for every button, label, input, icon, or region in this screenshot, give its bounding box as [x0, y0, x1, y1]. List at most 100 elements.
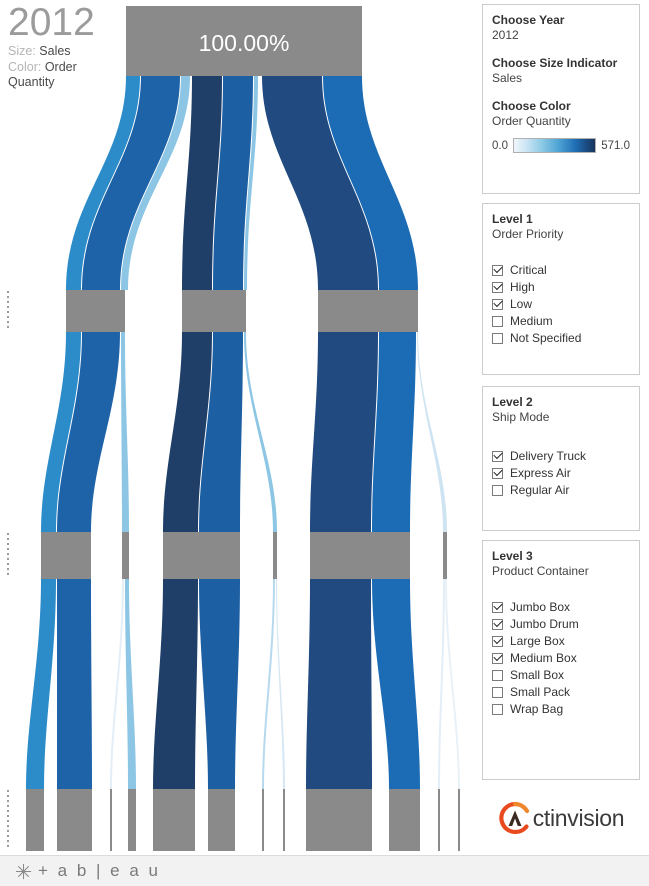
choose-year-value[interactable]: 2012 [492, 28, 630, 43]
level1-option-label: High [510, 280, 535, 294]
level3-filter-panel: Level 3 Product Container Jumbo Box Jumbo… [482, 540, 640, 780]
level2-option-label: Express Air [510, 466, 571, 480]
checked-checkbox-icon[interactable] [492, 468, 503, 479]
unchecked-checkbox-icon[interactable] [492, 333, 503, 344]
unchecked-checkbox-icon[interactable] [492, 670, 503, 681]
level2-option-express-air[interactable]: Express Air [492, 465, 630, 482]
level1-option-not-specified[interactable]: Not Specified [492, 330, 630, 347]
node-l3-7[interactable] [262, 789, 264, 851]
level3-option-label: Small Box [510, 668, 565, 682]
node-l3-2[interactable] [57, 789, 92, 851]
node-l3-3[interactable] [110, 789, 112, 851]
actinvision-mark-icon [498, 801, 529, 835]
level3-option-medium-box[interactable]: Medium Box [492, 650, 630, 667]
level3-option-small-pack[interactable]: Small Pack [492, 684, 630, 701]
node-l3-1[interactable] [26, 789, 44, 851]
node-l2-low-express[interactable] [443, 532, 447, 579]
ribbon-ct-n1 [26, 579, 56, 789]
ribbon-high-express [244, 332, 277, 532]
row-marker-dots-level3 [7, 790, 9, 847]
node-l3-4[interactable] [128, 789, 136, 851]
level3-option-label: Wrap Bag [510, 702, 564, 716]
dashboard-root: 2012 Size: Sales Color: Order Quantity 1… [0, 0, 649, 886]
sankey-viz[interactable]: 2012 Size: Sales Color: Order Quantity 1… [0, 0, 474, 855]
level3-option-wrap-bag[interactable]: Wrap Bag [492, 701, 630, 718]
level2-option-label: Regular Air [510, 483, 570, 497]
legend-min-value: 0.0 [492, 139, 508, 152]
tableau-flake-icon [15, 863, 32, 879]
node-l2-high-express[interactable] [273, 532, 277, 579]
checked-checkbox-icon[interactable] [492, 451, 503, 462]
node-l1-low[interactable] [318, 290, 418, 332]
legend-max-value: 571.0 [601, 139, 630, 152]
level2-option-list: Delivery Truck Express Air Regular Air [492, 448, 630, 499]
unchecked-checkbox-icon[interactable] [492, 316, 503, 327]
level2-option-delivery-truck[interactable]: Delivery Truck [492, 448, 630, 465]
checked-checkbox-icon[interactable] [492, 619, 503, 630]
level3-option-jumbo-box[interactable]: Jumbo Box [492, 599, 630, 616]
choose-color-label: Choose Color [492, 99, 571, 113]
level2-option-regular-air[interactable]: Regular Air [492, 482, 630, 499]
actinvision-wordmark: ctinvision [532, 804, 625, 831]
checked-checkbox-icon[interactable] [492, 265, 503, 276]
level3-option-small-box[interactable]: Small Box [492, 667, 630, 684]
node-l2-high-truck[interactable] [163, 532, 240, 579]
level3-title: Level 3 [492, 549, 533, 563]
level3-option-label: Jumbo Drum [510, 617, 579, 631]
level1-option-medium[interactable]: Medium [492, 313, 630, 330]
legend-gradient-bar [513, 138, 597, 153]
level3-option-jumbo-drum[interactable]: Jumbo Drum [492, 616, 630, 633]
unchecked-checkbox-icon[interactable] [492, 485, 503, 496]
ribbon-le-n12 [445, 579, 460, 789]
checked-checkbox-icon[interactable] [492, 653, 503, 664]
checked-checkbox-icon[interactable] [492, 299, 503, 310]
node-l3-6[interactable] [208, 789, 235, 851]
viz-right-divider [473, 0, 474, 855]
node-l1-critical[interactable] [66, 290, 125, 332]
level1-subtitle: Order Priority [492, 227, 564, 241]
parameters-panel: Choose Year 2012 Choose Size Indicator S… [482, 4, 640, 194]
node-l1-high[interactable] [182, 290, 246, 332]
level1-option-label: Critical [510, 263, 547, 277]
node-l3-5[interactable] [153, 789, 195, 851]
node-l2-low-truck[interactable] [310, 532, 410, 579]
level1-option-high[interactable]: High [492, 279, 630, 296]
row-marker-dots-level1 [7, 291, 9, 328]
node-l3-11[interactable] [438, 789, 440, 851]
tableau-logo[interactable]: + a b | e a u [14, 861, 160, 881]
unchecked-checkbox-icon[interactable] [492, 687, 503, 698]
node-l2-critical-express[interactable] [122, 532, 129, 579]
node-l3-10[interactable] [389, 789, 420, 851]
ribbon-he-n7 [262, 579, 275, 789]
choose-year-label: Choose Year [492, 13, 565, 27]
level1-option-label: Medium [510, 314, 553, 328]
choose-size-value[interactable]: Sales [492, 71, 630, 86]
level3-option-label: Jumbo Box [510, 600, 571, 614]
unchecked-checkbox-icon[interactable] [492, 704, 503, 715]
row-marker-dots-level2 [7, 533, 9, 575]
ribbon-lt-n10 [372, 579, 420, 789]
level1-option-low[interactable]: Low [492, 296, 630, 313]
sankey-diagram[interactable] [0, 0, 474, 855]
choose-size-label: Choose Size Indicator [492, 56, 618, 70]
choose-color-value[interactable]: Order Quantity [492, 114, 630, 129]
checked-checkbox-icon[interactable] [492, 636, 503, 647]
actinvision-logo: ctinvision [482, 793, 640, 843]
level3-option-label: Large Box [510, 634, 565, 648]
level3-option-label: Small Pack [510, 685, 571, 699]
level1-option-critical[interactable]: Critical [492, 262, 630, 279]
level3-option-large-box[interactable]: Large Box [492, 633, 630, 650]
checked-checkbox-icon[interactable] [492, 282, 503, 293]
level2-subtitle: Ship Mode [492, 410, 550, 424]
ribbon-lt-n9 [306, 579, 372, 789]
node-l2-critical-truck[interactable] [41, 532, 91, 579]
node-root[interactable] [126, 6, 362, 76]
color-legend: 0.0 571.0 [492, 138, 630, 153]
level1-filter-panel: Level 1 Order Priority Critical High Low Me… [482, 203, 640, 375]
node-l3-8[interactable] [283, 789, 285, 851]
checked-checkbox-icon[interactable] [492, 602, 503, 613]
ribbon-ce-n3 [110, 579, 124, 789]
node-l3-12[interactable] [458, 789, 460, 851]
node-l3-9[interactable] [306, 789, 372, 851]
level2-filter-panel: Level 2 Ship Mode Delivery Truck Express … [482, 386, 640, 531]
